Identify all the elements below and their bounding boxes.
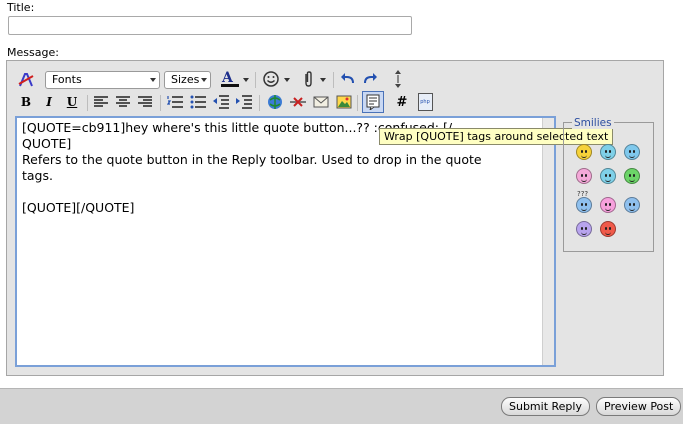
- ordered-list-icon[interactable]: [165, 92, 185, 112]
- title-input[interactable]: [8, 16, 412, 35]
- smilie-redface-icon[interactable]: [600, 197, 616, 213]
- unordered-list-icon[interactable]: [188, 92, 208, 112]
- insert-email-icon[interactable]: [311, 92, 331, 112]
- wrap-quote-button[interactable]: [362, 91, 384, 113]
- redo-icon[interactable]: [360, 70, 380, 90]
- message-textarea[interactable]: [QUOTE=cb911]hey where's this little quo…: [15, 116, 556, 367]
- title-label: Title:: [7, 1, 35, 14]
- size-select-label: Sizes: [171, 73, 200, 86]
- smilie-eek-icon[interactable]: [624, 197, 640, 213]
- bold-label: B: [20, 95, 32, 109]
- outdent-icon[interactable]: [211, 92, 231, 112]
- code-label: #: [396, 94, 408, 110]
- align-right-icon[interactable]: [135, 92, 155, 112]
- smilie-tongue-icon[interactable]: [576, 168, 592, 184]
- smilie-confused-icon[interactable]: [576, 197, 592, 213]
- font-select-label: Fonts: [52, 73, 82, 86]
- size-select[interactable]: Sizes: [164, 71, 211, 89]
- wrap-code-button[interactable]: #: [392, 92, 412, 112]
- underline-label: U: [66, 95, 78, 109]
- smilie-wink-icon[interactable]: [600, 168, 616, 184]
- smilie-rolleyes-icon[interactable]: [576, 221, 592, 237]
- smilie-cool-icon[interactable]: [600, 144, 616, 160]
- smilie-mad-icon[interactable]: [600, 221, 616, 237]
- remove-link-icon[interactable]: [288, 92, 308, 112]
- undo-icon[interactable]: [338, 70, 358, 90]
- attachment-button[interactable]: [297, 69, 329, 89]
- smilie-sunglasses-icon[interactable]: [624, 144, 640, 160]
- smilie-smile-icon[interactable]: [576, 144, 592, 160]
- php-icon: php: [417, 93, 433, 111]
- italic-label: I: [46, 95, 52, 109]
- submit-reply-button[interactable]: Submit Reply: [501, 397, 590, 416]
- underline-button[interactable]: U: [62, 92, 82, 112]
- indent-icon[interactable]: [234, 92, 254, 112]
- switch-mode-icon[interactable]: [16, 70, 36, 90]
- smilies-legend: Smilies: [572, 117, 614, 129]
- italic-button[interactable]: I: [39, 92, 59, 112]
- smilie-grin-icon[interactable]: [624, 168, 640, 184]
- message-label: Message:: [7, 46, 59, 59]
- wrap-php-button[interactable]: php: [415, 92, 435, 112]
- font-color-button[interactable]: A: [219, 69, 251, 89]
- insert-image-icon[interactable]: [334, 92, 354, 112]
- preview-post-button[interactable]: Preview Post: [596, 397, 682, 416]
- font-select[interactable]: Fonts: [45, 71, 160, 89]
- chevron-down-icon: [201, 78, 207, 82]
- message-scrollbar[interactable]: [542, 118, 554, 365]
- align-left-icon[interactable]: [91, 92, 111, 112]
- insert-link-icon[interactable]: [265, 92, 285, 112]
- bold-button[interactable]: B: [16, 92, 36, 112]
- align-center-icon[interactable]: [113, 92, 133, 112]
- chevron-down-icon: [150, 78, 156, 82]
- svg-text:A: A: [221, 70, 234, 86]
- insert-smilie-button[interactable]: [261, 69, 293, 89]
- resize-editor-icon[interactable]: [388, 69, 408, 89]
